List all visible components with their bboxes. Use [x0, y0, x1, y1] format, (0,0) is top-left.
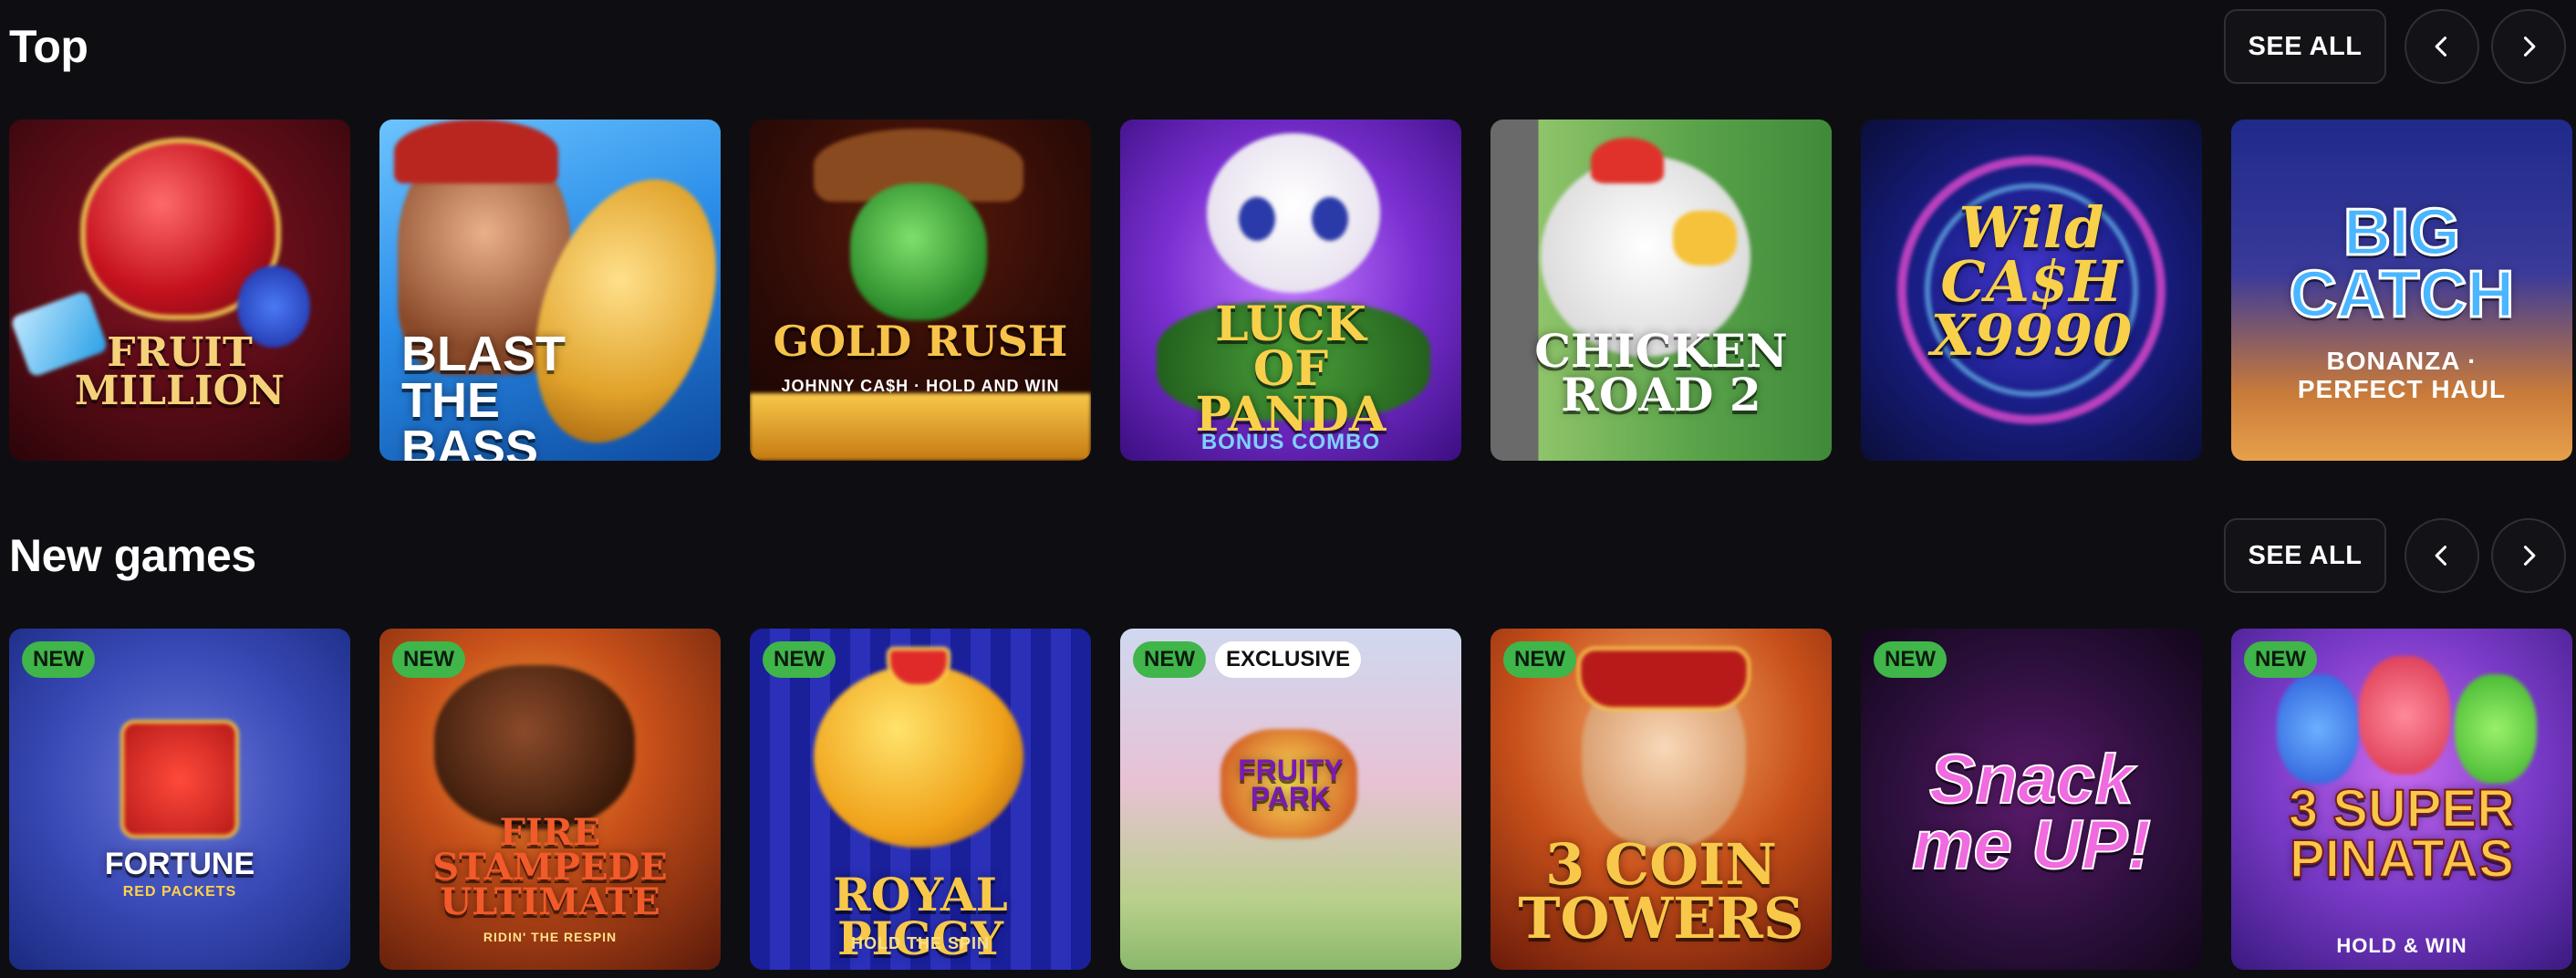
game-title: Snack me UP! [1911, 741, 2152, 885]
game-subtitle: JOHNNY CA$H · HOLD AND WIN [781, 377, 1060, 395]
game-tile[interactable]: LUCK OF PANDA BONUS COMBO [1120, 120, 1461, 461]
prev-button-new-games[interactable] [2405, 518, 2479, 593]
new-badge: NEW [22, 641, 95, 678]
game-tile[interactable]: BIG CATCH BONANZA · PERFECT HAUL [2231, 120, 2572, 461]
see-all-button-new-games[interactable]: SEE ALL [2224, 518, 2386, 593]
game-title: FIRE STAMPEDE ULTIMATE [432, 811, 668, 923]
exclusive-badge: EXCLUSIVE [1215, 641, 1362, 678]
game-tile[interactable]: NEW Snack me UP! [1861, 629, 2202, 970]
game-title: Wild CA$H X9990 [1930, 194, 2133, 369]
game-subtitle: HOLD & WIN [2336, 934, 2467, 957]
new-badge: NEW [1503, 641, 1576, 678]
section-title-new-games: New games [9, 530, 256, 581]
game-tile[interactable]: NEW 3 COIN TOWERS [1491, 629, 1832, 970]
new-badge: NEW [763, 641, 836, 678]
game-subtitle: BONANZA · PERFECT HAUL [2297, 347, 2507, 403]
game-tile[interactable]: FRUIT MILLION [9, 120, 350, 461]
badges: NEW [2244, 641, 2317, 678]
game-tile[interactable]: NEW 3 SUPER PINATAS HOLD & WIN [2231, 629, 2572, 970]
top-games-row: FRUIT MILLION BLAST THE BASS GOLD RUSH J… [9, 120, 2576, 461]
game-title: 3 SUPER PINATAS [2288, 779, 2516, 890]
game-title: LUCK OF PANDA [1195, 297, 1387, 442]
game-subtitle: RIDIN' THE RESPIN [483, 930, 618, 944]
next-button-new-games[interactable] [2491, 518, 2566, 593]
chevron-left-icon [2435, 36, 2447, 57]
chevron-right-icon [2523, 546, 2536, 566]
game-subtitle: RED PACKETS [122, 884, 237, 900]
section-title-top: Top [9, 21, 88, 72]
new-games-section: New games SEE ALL NEW FORTUNE RED PACKET… [0, 509, 2576, 978]
badges: NEW [1503, 641, 1576, 678]
game-title: FORTUNE [104, 847, 255, 881]
game-subtitle: BONUS COMBO [1200, 430, 1381, 454]
next-button-top[interactable] [2491, 9, 2566, 84]
game-tile[interactable]: NEW FIRE STAMPEDE ULTIMATE RIDIN' THE RE… [379, 629, 721, 970]
game-tile[interactable]: Wild CA$H X9990 [1861, 120, 2202, 461]
badges: NEW EXCLUSIVE [1133, 641, 1362, 678]
game-tile[interactable]: NEW ROYAL PIGGY HOLD THE SPIN [750, 629, 1091, 970]
new-badge: NEW [1133, 641, 1206, 678]
game-tile[interactable]: CHICKEN ROAD 2 [1491, 120, 1832, 461]
game-title: CHICKEN ROAD 2 [1534, 324, 1788, 421]
chevron-right-icon [2523, 36, 2536, 57]
game-title: BIG CATCH [2288, 196, 2516, 332]
game-tile[interactable]: NEW EXCLUSIVE FRUITY PARK [1120, 629, 1461, 970]
game-title: GOLD RUSH [773, 317, 1068, 366]
game-title: 3 COIN TOWERS [1518, 831, 1804, 952]
new-games-row: NEW FORTUNE RED PACKETS NEW FIRE STAMPED… [9, 629, 2576, 978]
badges: NEW [763, 641, 836, 678]
badges: NEW [392, 641, 465, 678]
badges: NEW [1874, 641, 1947, 678]
prev-button-top[interactable] [2405, 9, 2479, 84]
game-tile[interactable]: GOLD RUSH JOHNNY CA$H · HOLD AND WIN [750, 120, 1091, 461]
game-title: FRUITY PARK [1238, 754, 1344, 815]
game-title: FRUIT MILLION [74, 329, 286, 414]
top-section: Top SEE ALL FRUIT MILLION BLAST THE BASS [0, 0, 2576, 484]
new-badge: NEW [392, 641, 465, 678]
chevron-left-icon [2435, 546, 2447, 566]
see-all-button-top[interactable]: SEE ALL [2224, 9, 2386, 84]
game-title: BLAST THE BASS [401, 327, 566, 461]
new-badge: NEW [2244, 641, 2317, 678]
game-subtitle: HOLD THE SPIN [850, 934, 990, 952]
game-tile[interactable]: BLAST THE BASS [379, 120, 721, 461]
badges: NEW [22, 641, 95, 678]
new-badge: NEW [1874, 641, 1947, 678]
game-tile[interactable]: NEW FORTUNE RED PACKETS [9, 629, 350, 970]
